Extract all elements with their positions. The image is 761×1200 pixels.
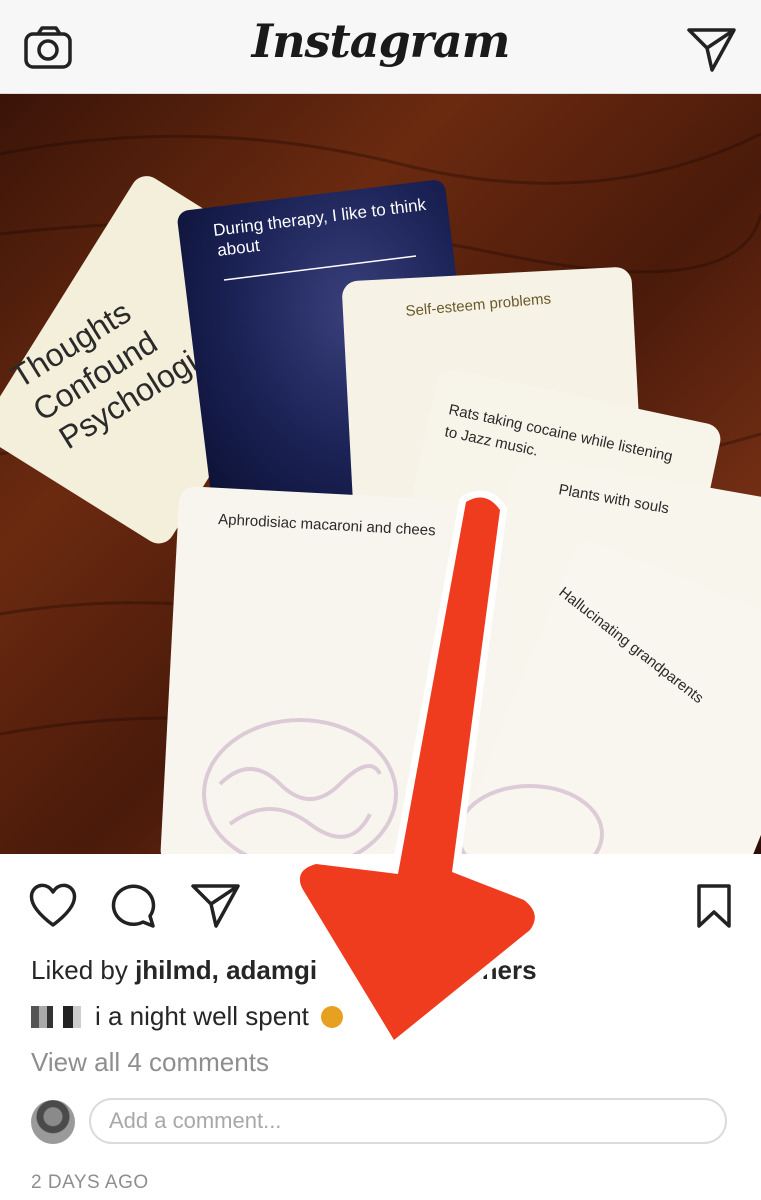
add-comment-row (31, 1098, 731, 1148)
post-actions-bar (0, 854, 761, 954)
comment-icon[interactable] (109, 882, 159, 930)
liked-by-user-1[interactable]: jhilmd (135, 955, 212, 985)
likes-separator: , (211, 955, 227, 985)
app-logo: Instagram (251, 14, 511, 68)
avatar[interactable] (31, 1100, 75, 1144)
liked-by-user-2[interactable]: adamgi (226, 955, 317, 985)
emoji-icon (320, 1005, 343, 1028)
top-nav-bar: Instagram (0, 0, 761, 94)
view-all-comments-link[interactable]: View all 4 comments (31, 1047, 269, 1078)
likes-summary[interactable]: Liked by jhilmd, adamgi others (31, 955, 537, 986)
send-icon[interactable] (686, 26, 738, 74)
redacted-username (31, 1005, 89, 1028)
likes-others[interactable]: others (457, 955, 536, 985)
add-comment-input[interactable] (89, 1098, 727, 1144)
likes-prefix: Liked by (31, 955, 136, 985)
post-caption: i a night well spent (31, 1001, 343, 1032)
caption-text: i a night well spent (95, 1001, 309, 1031)
post-timestamp: 2 DAYS AGO (31, 1172, 149, 1193)
bookmark-icon[interactable] (696, 884, 732, 928)
heart-icon[interactable] (28, 882, 78, 928)
post-photo[interactable]: Thoughts Confound Psychologi During ther… (0, 94, 761, 854)
share-icon[interactable] (190, 882, 242, 930)
